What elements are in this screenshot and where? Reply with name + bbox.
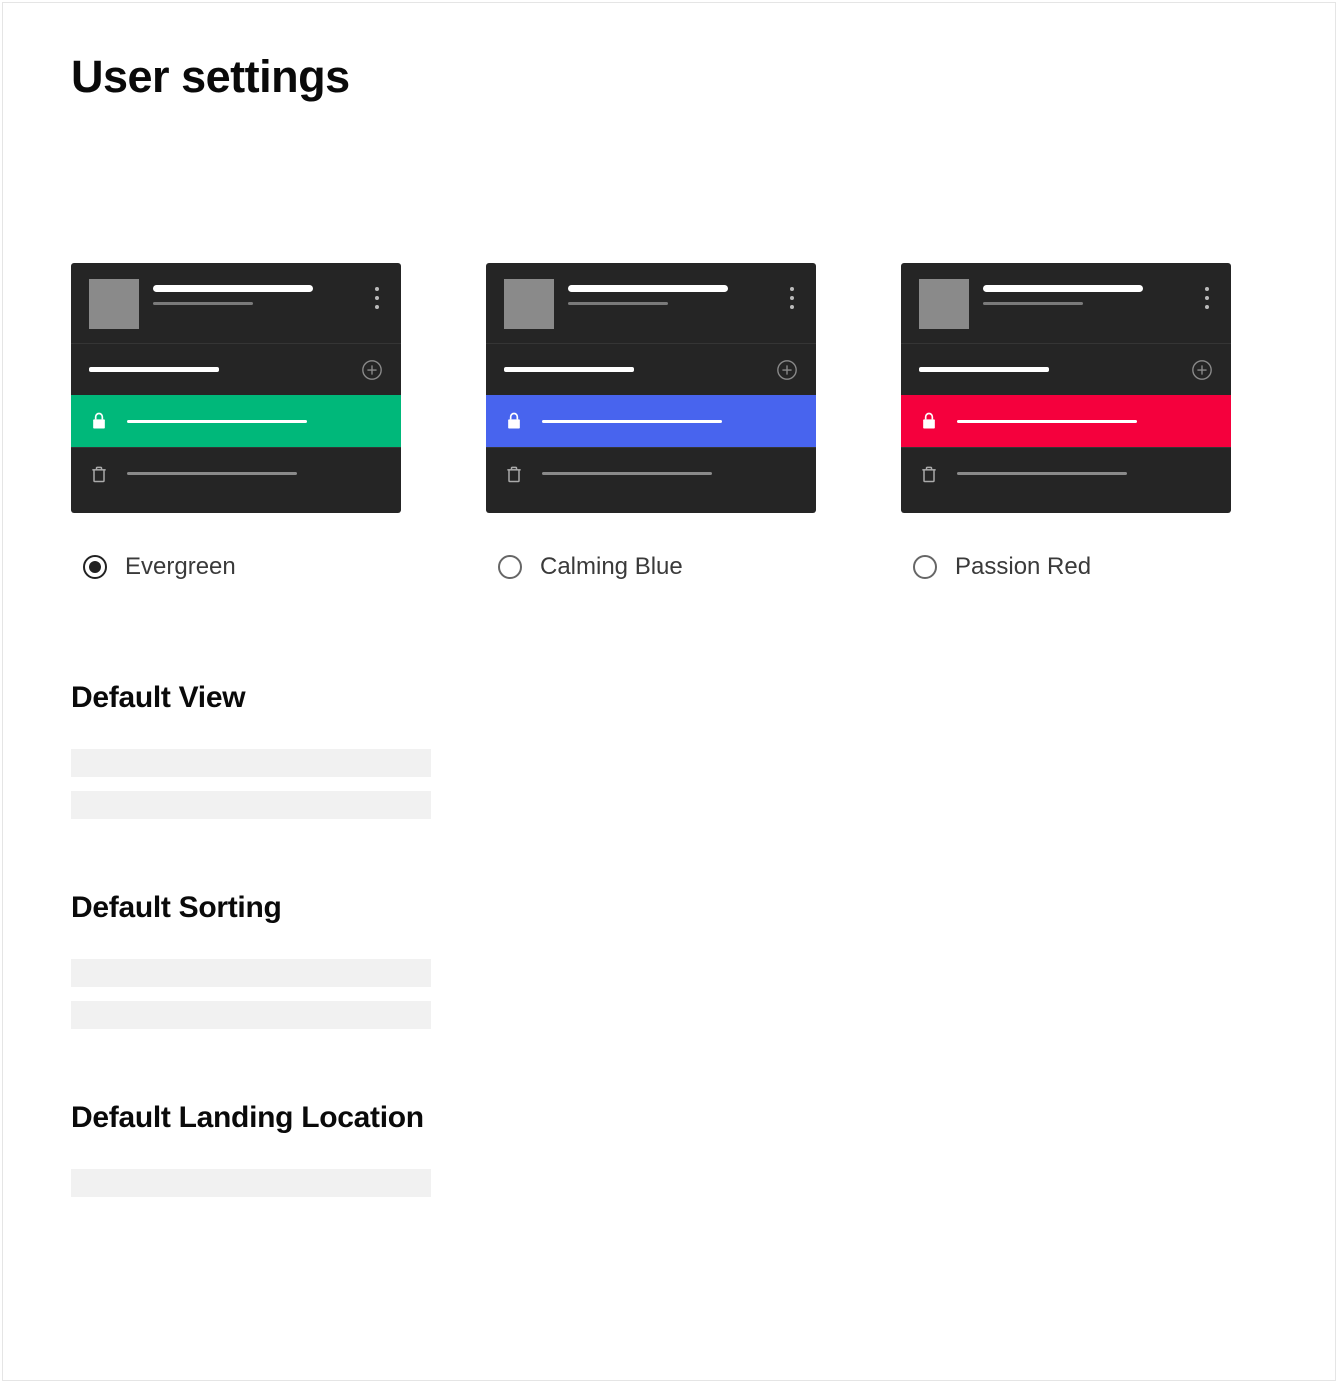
- preview-avatar: [89, 279, 139, 329]
- default-view-section: Default View: [71, 681, 1267, 819]
- plus-circle-icon: [361, 359, 383, 381]
- preview-row-trash: [71, 447, 401, 499]
- plus-circle-icon: [1191, 359, 1213, 381]
- settings-container: User settings: [2, 2, 1336, 1381]
- section-heading-default-landing: Default Landing Location: [71, 1101, 1267, 1135]
- more-icon: [1205, 279, 1213, 309]
- theme-option-evergreen[interactable]: Evergreen: [71, 263, 401, 581]
- theme-label: Evergreen: [125, 553, 236, 581]
- preview-row-add: [71, 343, 401, 395]
- lock-icon: [89, 411, 109, 431]
- section-heading-default-sorting: Default Sorting: [71, 891, 1267, 925]
- section-heading-default-view: Default View: [71, 681, 1267, 715]
- preview-header-lines: [568, 279, 776, 305]
- preview-title-line: [983, 285, 1143, 292]
- theme-preview-passion-red: [901, 263, 1231, 513]
- theme-preview-calming-blue: [486, 263, 816, 513]
- more-icon: [790, 279, 798, 309]
- theme-radio-evergreen[interactable]: Evergreen: [71, 553, 401, 581]
- trash-icon: [919, 464, 939, 484]
- preview-title-line: [153, 285, 313, 292]
- preview-header-lines: [983, 279, 1191, 305]
- preview-row-accent: [486, 395, 816, 447]
- preview-row-accent: [71, 395, 401, 447]
- theme-radio-passion-red[interactable]: Passion Red: [901, 553, 1231, 581]
- default-landing-section: Default Landing Location: [71, 1101, 1267, 1197]
- lock-icon: [919, 411, 939, 431]
- theme-option-passion-red[interactable]: Passion Red: [901, 263, 1231, 581]
- theme-label: Calming Blue: [540, 553, 683, 581]
- preview-avatar: [504, 279, 554, 329]
- skeleton-placeholder: [71, 959, 431, 987]
- preview-header: [71, 263, 401, 343]
- radio-button[interactable]: [913, 555, 937, 579]
- theme-selector-row: Evergreen: [71, 263, 1267, 581]
- plus-circle-icon: [776, 359, 798, 381]
- theme-option-calming-blue[interactable]: Calming Blue: [486, 263, 816, 581]
- preview-header: [901, 263, 1231, 343]
- theme-label: Passion Red: [955, 553, 1091, 581]
- preview-subtitle-line: [568, 302, 668, 305]
- trash-icon: [504, 464, 524, 484]
- preview-row-accent: [901, 395, 1231, 447]
- theme-radio-calming-blue[interactable]: Calming Blue: [486, 553, 816, 581]
- preview-header-lines: [153, 279, 361, 305]
- preview-row-add: [901, 343, 1231, 395]
- preview-avatar: [919, 279, 969, 329]
- skeleton-placeholder: [71, 1169, 431, 1197]
- preview-subtitle-line: [983, 302, 1083, 305]
- preview-row-trash: [901, 447, 1231, 499]
- preview-row-trash: [486, 447, 816, 499]
- page-title: User settings: [71, 51, 1267, 103]
- preview-header: [486, 263, 816, 343]
- preview-subtitle-line: [153, 302, 253, 305]
- radio-button[interactable]: [498, 555, 522, 579]
- more-icon: [375, 279, 383, 309]
- default-sorting-section: Default Sorting: [71, 891, 1267, 1029]
- preview-title-line: [568, 285, 728, 292]
- skeleton-placeholder: [71, 791, 431, 819]
- skeleton-placeholder: [71, 749, 431, 777]
- radio-button[interactable]: [83, 555, 107, 579]
- trash-icon: [89, 464, 109, 484]
- theme-preview-evergreen: [71, 263, 401, 513]
- lock-icon: [504, 411, 524, 431]
- skeleton-placeholder: [71, 1001, 431, 1029]
- preview-row-add: [486, 343, 816, 395]
